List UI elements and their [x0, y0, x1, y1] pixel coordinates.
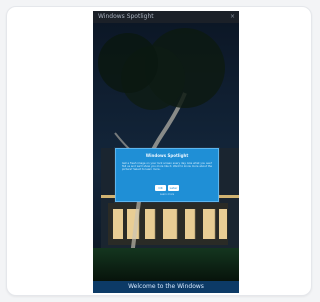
primary-button[interactable]: OK [155, 185, 166, 191]
dialog-body: Get a fresh image on your lock screen ev… [122, 162, 212, 172]
secondary-button[interactable]: Later [168, 185, 179, 191]
bottom-caption: Welcome to the Windows [128, 283, 204, 290]
learn-more-link[interactable]: Learn more [116, 193, 218, 196]
app-title-bar: Windows Spotlight × [93, 11, 239, 23]
dialog-title: Windows Spotlight [145, 153, 189, 158]
close-icon[interactable]: × [230, 11, 235, 23]
dialog-buttons: OK Later [116, 185, 218, 191]
spotlight-dialog: Windows Spotlight Get a fresh image on y… [115, 148, 219, 202]
app-title: Windows Spotlight [98, 13, 154, 20]
bottom-caption-bar: Welcome to the Windows [93, 281, 239, 293]
hero-image: Windows Spotlight Get a fresh image on y… [93, 23, 239, 281]
phone-screen: Windows Spotlight × Windows Spotlight Ge… [93, 11, 239, 293]
